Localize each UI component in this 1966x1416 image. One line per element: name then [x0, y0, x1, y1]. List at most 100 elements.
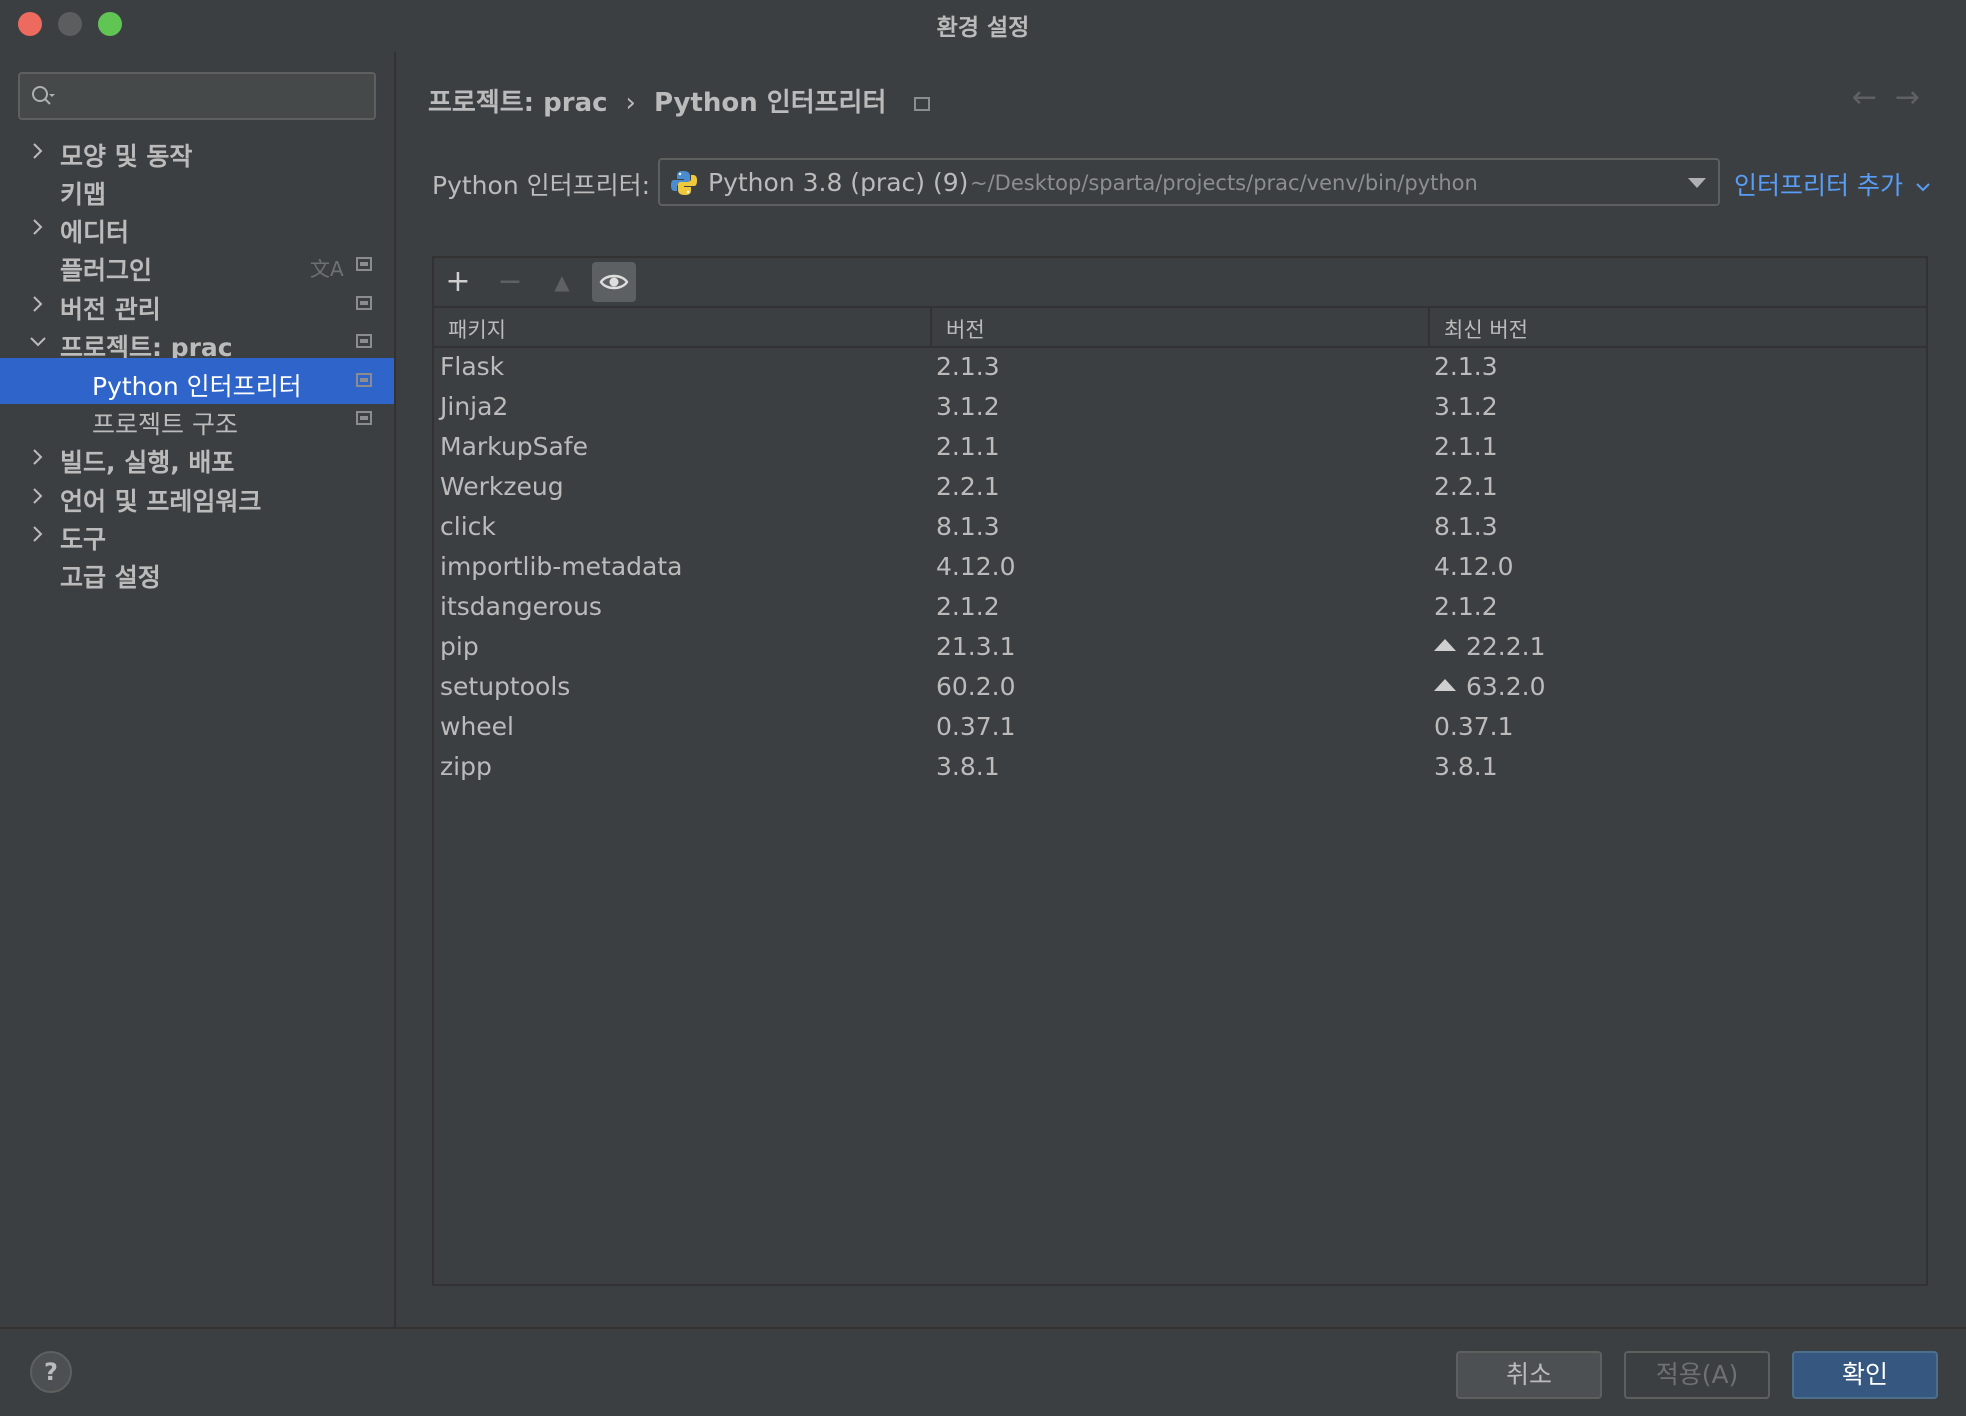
interpreter-dropdown[interactable]: Python 3.8 (prac) (9) ~/Desktop/sparta/p… [658, 158, 1720, 206]
chevron-right-icon[interactable] [28, 444, 48, 470]
project-scope-icon [356, 334, 372, 348]
column-header-version[interactable]: 버전 [946, 314, 985, 344]
package-latest-version: 63.2.0 [1434, 672, 1546, 701]
package-name: click [440, 512, 496, 541]
interpreter-path: ~/Desktop/sparta/projects/prac/venv/bin/… [970, 171, 1478, 195]
python-logo-icon [671, 171, 697, 195]
package-latest-version: 4.12.0 [1434, 552, 1514, 581]
back-arrow-icon[interactable]: ← [1852, 80, 1895, 115]
package-name: itsdangerous [440, 592, 602, 621]
title-bar: 환경 설정 [0, 0, 1966, 46]
settings-content: 프로젝트: prac › Python 인터프리터 ←→ Python 인터프리터:… [396, 52, 1966, 1327]
interpreter-label: Python 인터프리터: [432, 171, 651, 200]
table-row[interactable]: click 8.1.3 8.1.3 [434, 508, 1926, 548]
cancel-button[interactable]: 취소 [1456, 1351, 1602, 1399]
sidebar-item[interactable]: 고급 설정 [0, 549, 394, 595]
install-package-button[interactable]: + [436, 262, 480, 302]
chevron-right-icon[interactable] [28, 483, 48, 509]
upgrade-available-icon [1434, 639, 1456, 651]
column-header-latest-version[interactable]: 최신 버전 [1444, 314, 1528, 344]
table-row[interactable]: itsdangerous 2.1.2 2.1.2 [434, 588, 1926, 628]
settings-search-input[interactable] [18, 72, 376, 120]
latest-version-text: 4.12.0 [1434, 552, 1514, 581]
show-early-releases-button[interactable] [592, 262, 636, 302]
package-name: importlib-metadata [440, 552, 683, 581]
table-row[interactable]: MarkupSafe 2.1.1 2.1.1 [434, 428, 1926, 468]
package-name: wheel [440, 712, 514, 741]
table-row[interactable]: importlib-metadata 4.12.0 4.12.0 [434, 548, 1926, 588]
breadcrumb-parent[interactable]: 프로젝트: prac [428, 88, 608, 118]
chevron-right-icon[interactable] [28, 214, 48, 240]
column-divider[interactable] [1428, 308, 1430, 346]
uninstall-package-button[interactable]: − [488, 262, 532, 302]
chevron-right-icon[interactable] [28, 521, 48, 547]
package-version: 8.1.3 [936, 512, 1000, 541]
breadcrumb: 프로젝트: prac › Python 인터프리터 [428, 82, 931, 119]
package-name: zipp [440, 752, 492, 781]
settings-sidebar: 모양 및 동작 키맵 에디터 플러그인 文A 버전 관리 프로젝트: prac Python … [0, 52, 396, 1327]
package-version: 2.1.2 [936, 592, 1000, 621]
interpreter-name: Python 3.8 (prac) (9) [708, 168, 969, 197]
package-latest-version: 3.8.1 [1434, 752, 1498, 781]
forward-arrow-icon[interactable]: → [1895, 80, 1938, 115]
package-latest-version: 3.1.2 [1434, 392, 1498, 421]
project-scope-icon [356, 257, 372, 271]
apply-button[interactable]: 적용(A) [1624, 1351, 1770, 1399]
package-version: 4.12.0 [936, 552, 1016, 581]
latest-version-text: 2.1.1 [1434, 432, 1498, 461]
ok-button[interactable]: 확인 [1792, 1351, 1938, 1399]
add-interpreter-link[interactable]: 인터프리터 추가 [1734, 166, 1931, 202]
table-row[interactable]: wheel 0.37.1 0.37.1 [434, 708, 1926, 748]
dropdown-arrow-icon [1688, 178, 1706, 188]
upgrade-available-icon [1434, 679, 1456, 691]
packages-panel: + − ▲ 패키지 버전 최신 버전 Flask 2.1.3 2.1.3 Jinja2… [432, 256, 1928, 1286]
package-latest-version: 2.1.3 [1434, 352, 1498, 381]
package-name: Werkzeug [440, 472, 564, 501]
sidebar-item-label: 고급 설정 [60, 563, 161, 592]
history-navigation: ←→ [1852, 80, 1938, 115]
package-latest-version: 2.1.2 [1434, 592, 1498, 621]
project-scope-icon [914, 96, 931, 111]
latest-version-text: 3.1.2 [1434, 392, 1498, 421]
preferences-window: 환경 설정 모양 및 동작 키맵 에디터 플러그인 文A 버전 관리 프로젝트: prac P… [0, 0, 1966, 1416]
package-latest-version: 2.1.1 [1434, 432, 1498, 461]
package-latest-version: 8.1.3 [1434, 512, 1498, 541]
package-name: pip [440, 632, 479, 661]
package-latest-version: 0.37.1 [1434, 712, 1514, 741]
latest-version-text: 8.1.3 [1434, 512, 1498, 541]
package-version: 60.2.0 [936, 672, 1016, 701]
upgrade-package-button[interactable]: ▲ [540, 262, 584, 302]
table-row[interactable]: Jinja2 3.1.2 3.1.2 [434, 388, 1926, 428]
help-button[interactable]: ? [30, 1351, 72, 1393]
table-row[interactable]: Flask 2.1.3 2.1.3 [434, 348, 1926, 388]
column-divider[interactable] [930, 308, 932, 346]
breadcrumb-current: Python 인터프리터 [653, 88, 887, 118]
window-title: 환경 설정 [936, 15, 1030, 41]
table-row[interactable]: zipp 3.8.1 3.8.1 [434, 748, 1926, 788]
table-row[interactable]: setuptools 60.2.0 63.2.0 [434, 668, 1926, 708]
package-version: 0.37.1 [936, 712, 1016, 741]
package-name: MarkupSafe [440, 432, 588, 461]
latest-version-text: 22.2.1 [1466, 632, 1546, 661]
packages-toolbar: + − ▲ [434, 258, 1926, 308]
project-scope-icon [356, 373, 372, 387]
chevron-down-icon [1916, 183, 1930, 192]
latest-version-text: 63.2.0 [1466, 672, 1546, 701]
project-scope-icon [356, 411, 372, 425]
table-row[interactable]: pip 21.3.1 22.2.1 [434, 628, 1926, 668]
package-version: 3.1.2 [936, 392, 1000, 421]
chevron-down-icon[interactable] [28, 329, 48, 355]
package-version: 2.1.3 [936, 352, 1000, 381]
package-name: setuptools [440, 672, 571, 701]
chevron-right-icon[interactable] [28, 291, 48, 317]
translate-icon: 文A [310, 257, 344, 281]
project-scope-icon [356, 296, 372, 310]
column-header-package[interactable]: 패키지 [448, 314, 506, 344]
package-version: 2.1.1 [936, 432, 1000, 461]
table-row[interactable]: Werkzeug 2.2.1 2.2.1 [434, 468, 1926, 508]
latest-version-text: 0.37.1 [1434, 712, 1514, 741]
package-name: Jinja2 [440, 392, 509, 421]
package-latest-version: 22.2.1 [1434, 632, 1546, 661]
chevron-right-icon[interactable] [28, 138, 48, 164]
dialog-footer: ? 취소 적용(A) 확인 [0, 1327, 1966, 1416]
